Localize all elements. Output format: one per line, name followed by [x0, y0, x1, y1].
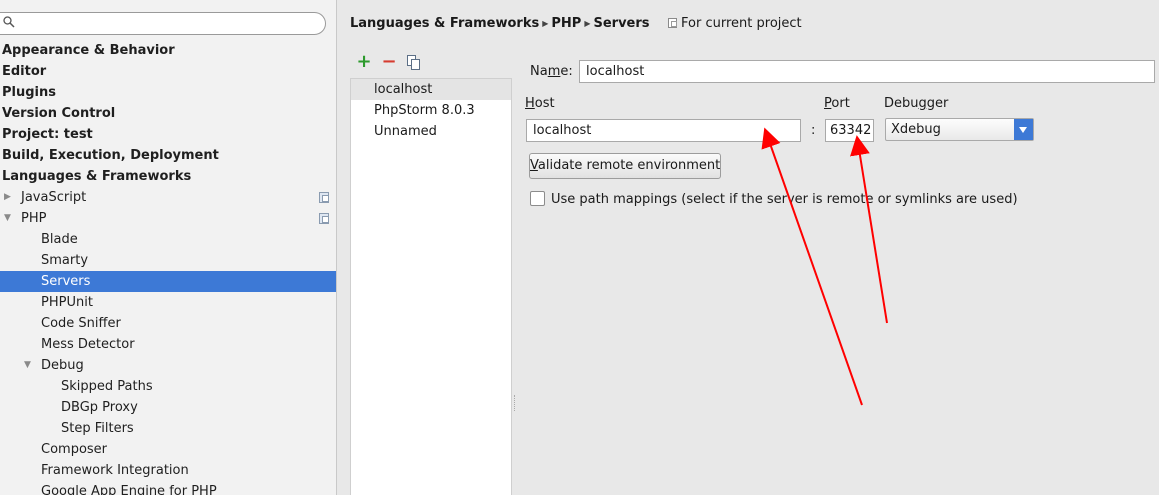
chevron-right-icon: ▶ [584, 19, 591, 28]
debugger-select-value: Xdebug [891, 122, 941, 137]
tree-item-label: Build, Execution, Deployment [2, 148, 219, 163]
tree-item[interactable]: Framework Integration [0, 460, 336, 481]
tree-item[interactable]: Languages & Frameworks [0, 166, 336, 187]
tree-item[interactable]: Skipped Paths [0, 376, 336, 397]
tree-item[interactable]: Build, Execution, Deployment [0, 145, 336, 166]
tree-item-label: Languages & Frameworks [2, 169, 192, 184]
server-list-item[interactable]: localhost [351, 79, 511, 100]
path-mappings-checkbox[interactable] [530, 191, 545, 206]
tree-item[interactable]: Smarty [0, 250, 336, 271]
tree-item[interactable]: Google App Engine for PHP [0, 481, 336, 495]
tree-item-label: Framework Integration [41, 463, 189, 478]
tree-item-label: Step Filters [61, 421, 134, 436]
breadcrumb-item-php: PHP [551, 16, 582, 31]
tree-item[interactable]: Step Filters [0, 418, 336, 439]
validate-remote-environment-button[interactable]: Validate remote environment [529, 153, 721, 179]
tree-item[interactable]: Editor [0, 61, 336, 82]
tree-item-label: Composer [41, 442, 108, 457]
tree-item[interactable]: Blade [0, 229, 336, 250]
copy-server-button[interactable] [405, 54, 423, 72]
chevron-right-icon: ▶ [542, 19, 549, 28]
tree-item[interactable]: Mess Detector [0, 334, 336, 355]
tree-item-label: Servers [41, 274, 91, 289]
settings-search-field[interactable] [0, 12, 326, 35]
scope-indicator: For current project [668, 16, 802, 31]
project-scope-icon [319, 192, 329, 203]
tree-item-label: PHP [21, 211, 47, 226]
tree-item[interactable]: ▶ JavaScript [0, 187, 336, 208]
tree-item[interactable]: ▼ Debug [0, 355, 336, 376]
tree-item[interactable]: Plugins [0, 82, 336, 103]
tree-item-label: Google App Engine for PHP [41, 484, 217, 495]
search-icon [3, 16, 15, 28]
tree-item-label: Code Sniffer [41, 316, 121, 331]
breadcrumb: Languages & Frameworks ▶ PHP ▶ Servers For c… [350, 14, 802, 34]
tree-item-label: Skipped Paths [61, 379, 153, 394]
dropdown-arrow-icon[interactable] [1014, 119, 1033, 140]
expand-arrow-icon[interactable]: ▼ [4, 208, 11, 229]
breadcrumb-item-languages: Languages & Frameworks [350, 16, 540, 31]
remove-server-button[interactable]: − [380, 51, 398, 72]
servers-list: localhost PhpStorm 8.0.3 Unnamed [350, 78, 512, 495]
name-label: Name: [530, 64, 573, 79]
project-scope-icon [668, 18, 678, 28]
tree-item[interactable]: Composer [0, 439, 336, 460]
tree-item-label: Project: test [2, 127, 93, 142]
tree-item[interactable]: Servers [0, 271, 336, 292]
minus-icon: − [381, 51, 397, 72]
tree-item-label: DBGp Proxy [61, 400, 138, 415]
tree-item-label: Editor [2, 64, 47, 79]
tree-item[interactable]: ▼ PHP [0, 208, 336, 229]
add-server-button[interactable]: + [355, 51, 373, 72]
splitter-handle[interactable] [514, 395, 517, 411]
host-port-separator: : [811, 123, 816, 138]
tree-item[interactable]: DBGp Proxy [0, 397, 336, 418]
tree-item[interactable]: Code Sniffer [0, 313, 336, 334]
tree-item-label: Version Control [2, 106, 116, 121]
host-label: Host [525, 96, 555, 111]
tree-item-label: Appearance & Behavior [2, 43, 175, 58]
host-field[interactable]: localhost [526, 119, 801, 142]
collapse-arrow-icon[interactable]: ▶ [4, 187, 11, 208]
tree-item-label: Plugins [2, 85, 56, 100]
server-list-item[interactable]: Unnamed [351, 121, 511, 142]
server-list-item[interactable]: PhpStorm 8.0.3 [351, 100, 511, 121]
tree-item-label: Mess Detector [41, 337, 135, 352]
path-mappings-label: Use path mappings (select if the server … [551, 192, 1018, 207]
settings-tree: Appearance & Behavior Editor Plugins Versio… [0, 40, 336, 495]
scope-label: For current project [681, 16, 802, 31]
tree-item[interactable]: Appearance & Behavior [0, 40, 336, 61]
tree-item-label: Blade [41, 232, 78, 247]
tree-item[interactable]: PHPUnit [0, 292, 336, 313]
tree-item-label: JavaScript [21, 190, 87, 205]
tree-item[interactable]: Version Control [0, 103, 336, 124]
name-field[interactable]: localhost [579, 60, 1155, 83]
tree-item-label: PHPUnit [41, 295, 93, 310]
annotation-arrow-port [850, 135, 888, 324]
tree-item-label: Debug [41, 358, 84, 373]
port-field[interactable]: 63342 [825, 119, 874, 142]
breadcrumb-item-servers: Servers [593, 16, 650, 31]
plus-icon: + [356, 51, 372, 72]
port-label: Port [824, 96, 850, 111]
tree-item[interactable]: Project: test [0, 124, 336, 145]
debugger-label: Debugger [884, 96, 949, 111]
project-scope-icon [319, 213, 329, 224]
tree-item-label: Smarty [41, 253, 89, 268]
debugger-select[interactable]: Xdebug [885, 118, 1034, 141]
settings-sidebar: Appearance & Behavior Editor Plugins Versio… [0, 0, 337, 495]
annotation-arrow-host [761, 127, 863, 406]
expand-arrow-icon[interactable]: ▼ [24, 355, 31, 376]
